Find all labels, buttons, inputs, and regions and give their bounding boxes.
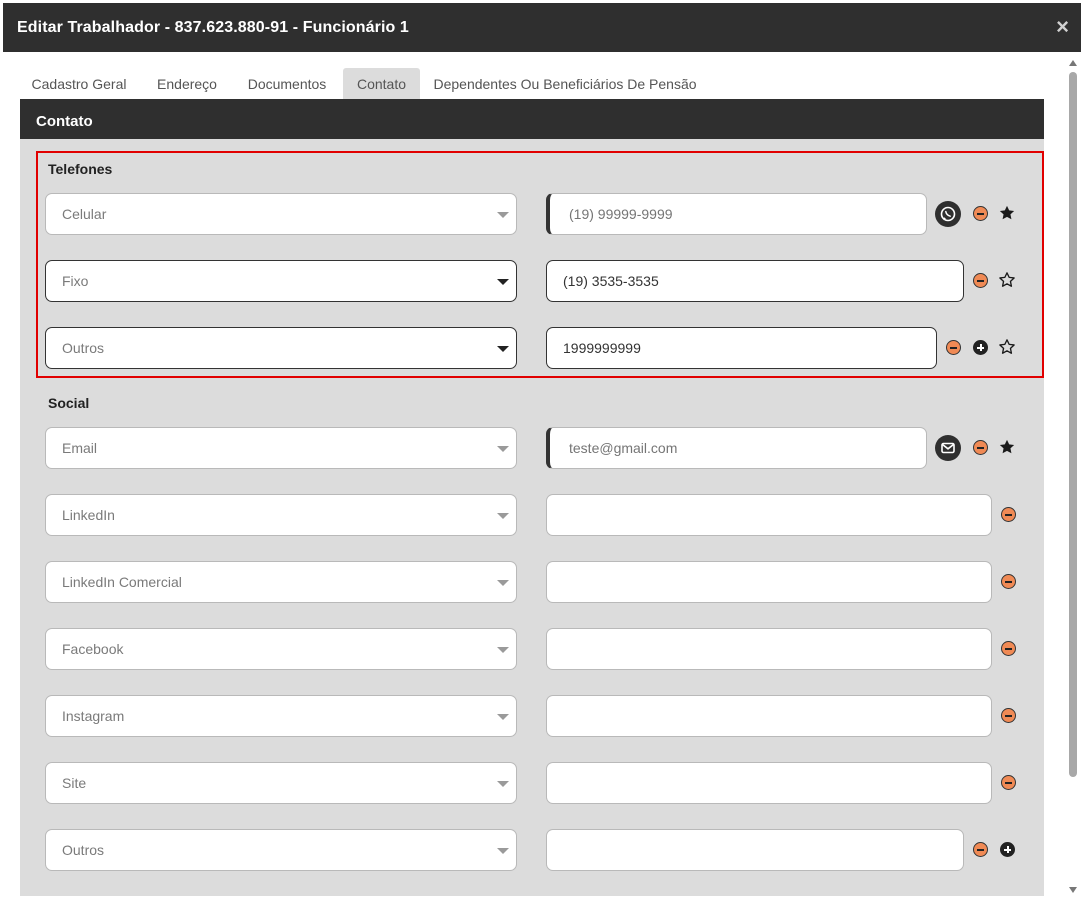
- select-value: LinkedIn: [62, 507, 115, 523]
- chevron-down-icon: [497, 513, 509, 519]
- select-value: Fixo: [62, 273, 89, 289]
- chevron-down-icon: [497, 714, 509, 720]
- social-type-select[interactable]: Facebook: [45, 628, 517, 670]
- social-type-select[interactable]: LinkedIn: [45, 494, 517, 536]
- minus-circle-icon[interactable]: [1001, 507, 1016, 522]
- phones-section-title: Telefones: [48, 161, 113, 177]
- chevron-down-icon: [497, 212, 509, 218]
- minus-circle-icon[interactable]: [973, 842, 988, 857]
- chevron-down-icon: [497, 647, 509, 653]
- dialog-titlebar: Editar Trabalhador - 837.623.880-91 - Fu…: [3, 3, 1081, 52]
- other-social-input[interactable]: [546, 829, 964, 871]
- phone-type-select[interactable]: Outros: [45, 327, 517, 369]
- social-type-select[interactable]: Instagram: [45, 695, 517, 737]
- minus-circle-icon[interactable]: [1001, 641, 1016, 656]
- tab-endereco[interactable]: Endereço: [148, 68, 226, 101]
- social-type-select[interactable]: Email: [45, 427, 517, 469]
- select-value: Outros: [62, 340, 105, 356]
- select-value: Instagram: [62, 708, 125, 724]
- select-value: Site: [62, 775, 87, 791]
- scrollbar-thumb[interactable]: [1069, 72, 1077, 777]
- minus-circle-icon[interactable]: [973, 206, 988, 221]
- plus-circle-icon[interactable]: [973, 340, 988, 355]
- star-icon[interactable]: [998, 338, 1016, 356]
- panel-header: Contato: [20, 99, 1044, 139]
- minus-circle-icon[interactable]: [1001, 708, 1016, 723]
- select-value: Email: [62, 440, 98, 456]
- scroll-down-icon[interactable]: [1069, 887, 1077, 893]
- dialog-title: Editar Trabalhador - 837.623.880-91 - Fu…: [17, 19, 409, 36]
- linkedin-input[interactable]: [546, 494, 992, 536]
- social-type-select[interactable]: LinkedIn Comercial: [45, 561, 517, 603]
- mail-icon[interactable]: [935, 435, 961, 461]
- star-icon[interactable]: [998, 438, 1016, 456]
- social-type-select[interactable]: Site: [45, 762, 517, 804]
- minus-circle-icon[interactable]: [973, 440, 988, 455]
- scroll-up-icon[interactable]: [1069, 60, 1077, 66]
- social-section-title: Social: [48, 395, 90, 411]
- chevron-down-icon: [497, 346, 509, 352]
- whatsapp-icon[interactable]: [935, 201, 961, 227]
- tab-documentos[interactable]: Documentos: [240, 68, 334, 101]
- close-icon[interactable]: ×: [1056, 16, 1069, 38]
- minus-circle-icon[interactable]: [1001, 775, 1016, 790]
- panel-title: Contato: [36, 113, 93, 130]
- phone-type-select[interactable]: Fixo: [45, 260, 517, 302]
- chevron-down-icon: [497, 781, 509, 787]
- tab-contato[interactable]: Contato: [343, 68, 420, 101]
- minus-circle-icon[interactable]: [1001, 574, 1016, 589]
- chevron-down-icon: [497, 848, 509, 854]
- select-value: LinkedIn Comercial: [62, 574, 182, 590]
- star-icon[interactable]: [998, 204, 1016, 222]
- phone-input[interactable]: [546, 327, 937, 369]
- tab-cadastro-geral[interactable]: Cadastro Geral: [24, 68, 134, 101]
- chevron-down-icon: [497, 446, 509, 452]
- minus-circle-icon[interactable]: [946, 340, 961, 355]
- phone-input[interactable]: [546, 193, 927, 235]
- facebook-input[interactable]: [546, 628, 992, 670]
- tab-dependentes[interactable]: Dependentes Ou Beneficiários De Pensão: [430, 68, 700, 101]
- chevron-down-icon: [497, 279, 509, 285]
- star-icon[interactable]: [998, 271, 1016, 289]
- select-value: Celular: [62, 206, 107, 222]
- instagram-input[interactable]: [546, 695, 992, 737]
- select-value: Facebook: [62, 641, 124, 657]
- chevron-down-icon: [497, 580, 509, 586]
- phone-input[interactable]: [546, 260, 964, 302]
- phone-type-select[interactable]: Celular: [45, 193, 517, 235]
- select-value: Outros: [62, 842, 105, 858]
- minus-circle-icon[interactable]: [973, 273, 988, 288]
- email-input[interactable]: [546, 427, 927, 469]
- social-type-select[interactable]: Outros: [45, 829, 517, 871]
- linkedin-comercial-input[interactable]: [546, 561, 992, 603]
- plus-circle-icon[interactable]: [1000, 842, 1015, 857]
- site-input[interactable]: [546, 762, 992, 804]
